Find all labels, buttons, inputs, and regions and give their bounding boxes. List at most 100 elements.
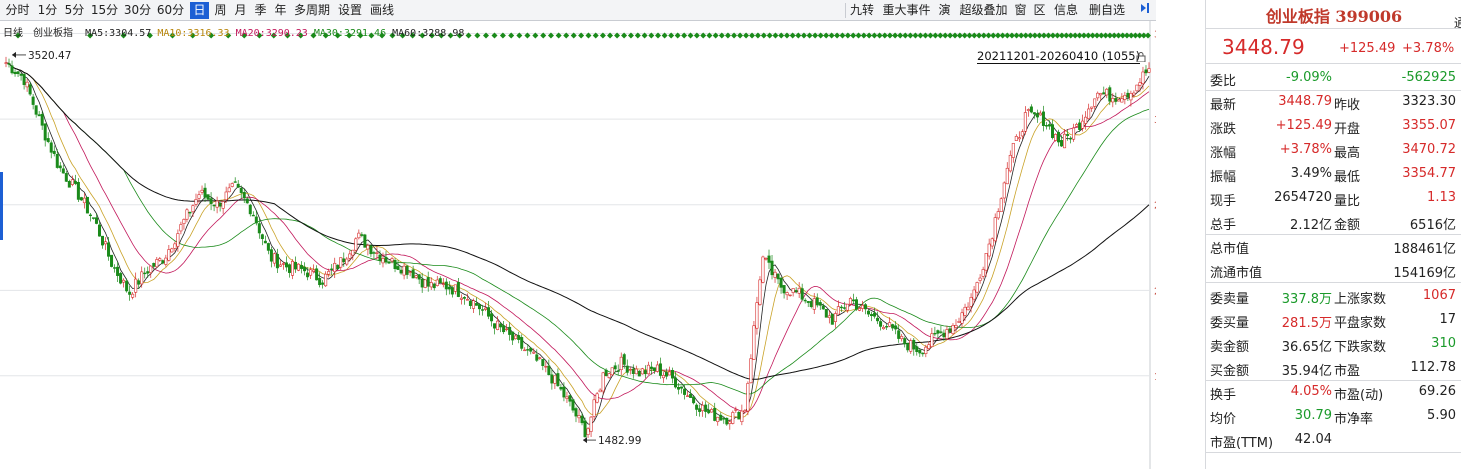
quote-value: 3448.79 xyxy=(1278,94,1332,109)
candle-body xyxy=(873,312,877,317)
period-tab-60min[interactable]: 60分 xyxy=(155,2,186,19)
quote-label: 市盈 xyxy=(1334,364,1361,379)
y-tick-label: 2275 xyxy=(1154,286,1156,297)
period-tab-weekly[interactable]: 周 xyxy=(211,2,230,19)
candle-body xyxy=(764,258,768,260)
period-tab-yearly[interactable]: 年 xyxy=(271,2,290,19)
remove-watchlist-button[interactable]: 删自选 xyxy=(1087,2,1127,19)
period-tab-monthly[interactable]: 月 xyxy=(231,2,250,19)
multi-period-button[interactable]: 多周期 xyxy=(292,2,332,19)
candle-body xyxy=(1105,88,1109,96)
candle-body xyxy=(393,259,397,270)
settings-button[interactable]: 设置 xyxy=(336,2,364,19)
candle-body xyxy=(773,271,777,278)
candle-body xyxy=(719,414,723,421)
replay-button[interactable]: 演 xyxy=(937,2,952,19)
period-tab-timeshare[interactable]: 分时 xyxy=(2,2,33,19)
candle-body xyxy=(930,333,934,347)
candle-body xyxy=(743,410,747,413)
candle-body xyxy=(640,368,644,375)
y-tick-label: 2728 xyxy=(1154,201,1156,212)
period-tab-quarterly[interactable]: 季 xyxy=(251,2,270,19)
candle-body xyxy=(740,410,744,423)
y-tick-label: 3181 xyxy=(1154,115,1156,126)
collapse-panel-icon[interactable] xyxy=(1136,2,1152,19)
quote-value: 69.26 xyxy=(1418,384,1456,399)
candle-body xyxy=(755,302,759,329)
candle-body xyxy=(803,299,807,302)
candle-body xyxy=(468,300,472,306)
date-range-label[interactable]: 20211201-20260410 (1055) xyxy=(977,49,1141,64)
candle-body xyxy=(176,233,180,247)
candle-body xyxy=(674,377,678,388)
quote-label: 换手 xyxy=(1210,388,1237,403)
y-tick-label: 3634 xyxy=(1154,29,1156,40)
candle-body xyxy=(354,238,358,251)
candle-body xyxy=(508,326,512,335)
candle-body xyxy=(170,248,174,253)
candle-body xyxy=(303,266,307,272)
candle-body xyxy=(788,294,792,297)
quote-row: 最新 3448.79 昨收 3323.30 xyxy=(1206,90,1461,114)
candle-body xyxy=(490,313,494,322)
quote-row: 买金额 35.94亿 市盈 112.78 xyxy=(1206,356,1461,380)
ma-value: 3291.46 xyxy=(343,28,387,39)
period-tab-daily[interactable]: 日 xyxy=(190,2,209,19)
min-arrow-icon xyxy=(583,437,587,444)
ma-line xyxy=(5,62,1150,395)
candle-body xyxy=(918,349,922,354)
draw-line-button[interactable]: 画线 xyxy=(368,2,396,19)
candle-body xyxy=(1084,116,1088,124)
ma-legend-item: MA10:3316.33 xyxy=(157,28,229,39)
candle-body xyxy=(1054,134,1058,141)
kline-canvas[interactable]: 3634 3181 2728 2275 1823 3520.47 1482.99 xyxy=(0,21,1156,469)
candle-body xyxy=(1108,87,1112,102)
candle-body xyxy=(954,325,958,328)
candle-body xyxy=(960,312,964,324)
candle-body xyxy=(972,289,976,300)
super-overlay-button[interactable]: 超级叠加 xyxy=(957,2,1010,19)
candle-body xyxy=(245,198,249,204)
candle-body xyxy=(272,253,276,264)
range-button[interactable]: 区 xyxy=(1032,2,1047,19)
info-button[interactable]: 信息 xyxy=(1052,2,1080,19)
candle-body xyxy=(387,261,391,264)
quote-label: 昨收 xyxy=(1334,98,1361,113)
candle-body xyxy=(107,242,111,257)
window-button[interactable]: 窗 xyxy=(1013,2,1028,19)
period-tab-30min[interactable]: 30分 xyxy=(122,2,153,19)
candle-body xyxy=(22,74,26,85)
candle-body xyxy=(532,351,536,354)
candle-body xyxy=(417,274,421,280)
candle-body xyxy=(137,280,141,285)
candle-body xyxy=(1069,137,1073,140)
candle-body xyxy=(565,396,569,399)
candle-body xyxy=(541,359,545,366)
candle-body xyxy=(544,366,548,368)
candle-body xyxy=(1093,98,1097,107)
major-events-button[interactable]: 重大事件 xyxy=(880,2,933,19)
candle-body xyxy=(88,214,92,217)
candle-body xyxy=(1035,113,1039,118)
ma-label: MA5: xyxy=(85,28,110,39)
period-tab-5min[interactable]: 5分 xyxy=(62,2,87,19)
candle-body xyxy=(315,268,319,281)
candle-body xyxy=(309,269,313,276)
quote-label: 最高 xyxy=(1334,146,1361,161)
side-tab[interactable]: 通 xyxy=(1454,14,1461,31)
candle-body xyxy=(1087,108,1091,119)
nine-turn-button[interactable]: 九转 xyxy=(848,2,876,19)
candle-body xyxy=(622,354,626,365)
candle-body xyxy=(776,273,780,280)
period-tab-1min[interactable]: 1分 xyxy=(35,2,60,19)
candle-body xyxy=(67,180,71,188)
candle-body xyxy=(667,371,671,376)
candle-body xyxy=(885,326,889,328)
candle-body xyxy=(357,232,361,239)
kline-chart[interactable]: 3634 3181 2728 2275 1823 3520.47 1482.99 日线 创业… xyxy=(0,21,1156,469)
candle-body xyxy=(686,395,690,397)
period-tab-15min[interactable]: 15分 xyxy=(89,2,120,19)
lock-icon[interactable] xyxy=(1136,51,1146,63)
quote-value: 4.05% xyxy=(1290,384,1332,399)
candle-body xyxy=(46,138,50,142)
